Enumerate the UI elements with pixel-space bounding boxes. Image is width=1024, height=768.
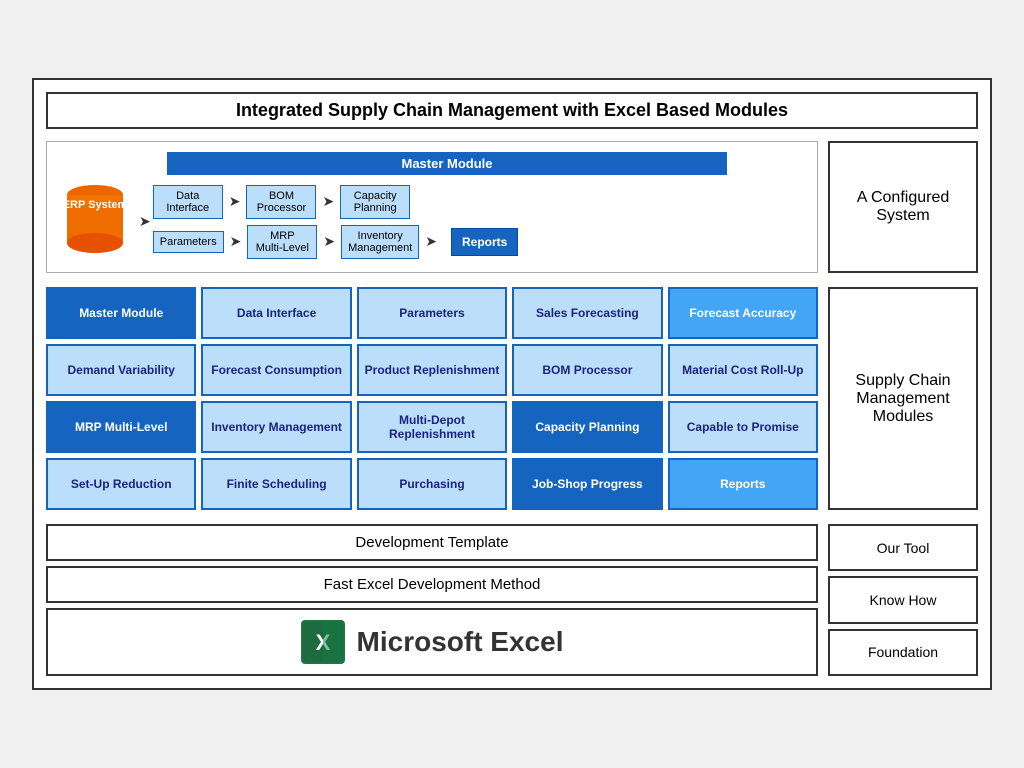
main-container: Integrated Supply Chain Management with … (32, 78, 992, 690)
master-module-bar: Master Module (167, 152, 727, 175)
module-sales-forecasting[interactable]: Sales Forecasting (512, 287, 662, 339)
flow-parameters: Parameters (153, 231, 224, 253)
module-demand-variability[interactable]: Demand Variability (46, 344, 196, 396)
module-mrp-multilevel[interactable]: MRP Multi-Level (46, 401, 196, 453)
module-capable-to-promise[interactable]: Capable to Promise (668, 401, 818, 453)
flow-capacity-planning: CapacityPlanning (340, 185, 410, 219)
module-material-cost-rollup[interactable]: Material Cost Roll-Up (668, 344, 818, 396)
page-title: Integrated Supply Chain Management with … (46, 92, 978, 129)
module-setup-reduction[interactable]: Set-Up Reduction (46, 458, 196, 510)
module-purchasing[interactable]: Purchasing (357, 458, 507, 510)
arrow-2: ➤ (322, 193, 334, 210)
flow-reports: Reports (451, 228, 518, 256)
module-multidepot-replenishment[interactable]: Multi-Depot Replenishment (357, 401, 507, 453)
fast-excel-box: Fast Excel Development Method (46, 566, 818, 603)
module-parameters[interactable]: Parameters (357, 287, 507, 339)
arrow-5: ➤ (425, 233, 437, 250)
erp-label: ERP System (57, 199, 133, 211)
flow-row-2: Parameters ➤ MRPMulti-Level ➤ InventoryM… (153, 225, 807, 259)
erp-system: ERP System (57, 181, 137, 262)
module-grid: Master Module Data Interface Parameters … (46, 287, 818, 510)
excel-text: Microsoft Excel (357, 626, 564, 658)
module-bom-processor[interactable]: BOM Processor (512, 344, 662, 396)
erp-cylinder-icon (57, 181, 133, 257)
know-how-box: Know How (828, 576, 978, 623)
foundation-box: Foundation (828, 629, 978, 676)
module-capacity-planning[interactable]: Capacity Planning (512, 401, 662, 453)
module-reports[interactable]: Reports (668, 458, 818, 510)
flow-inventory-mgmt: InventoryManagement (341, 225, 419, 259)
diagram-area: Master Module ERP System ➤ (46, 141, 818, 273)
dev-template-box: Development Template (46, 524, 818, 561)
arrow-1: ➤ (229, 193, 241, 210)
module-finite-scheduling[interactable]: Finite Scheduling (201, 458, 351, 510)
module-forecast-consumption[interactable]: Forecast Consumption (201, 344, 351, 396)
bottom-left: Development Template Fast Excel Developm… (46, 524, 818, 676)
flow-bom-processor: BOMProcessor (246, 185, 316, 219)
our-tool-box: Our Tool (828, 524, 978, 571)
supply-chain-label: Supply Chain Management Modules (828, 287, 978, 510)
configured-system-box: A Configured System (828, 141, 978, 273)
flow-mrp-multilevel: MRPMulti-Level (247, 225, 317, 259)
bottom-section: Development Template Fast Excel Developm… (46, 524, 978, 676)
module-inventory-management[interactable]: Inventory Management (201, 401, 351, 453)
arrow-erp-data: ➤ (139, 213, 151, 230)
excel-box: X Microsoft Excel (46, 608, 818, 676)
excel-logo-icon: X (301, 620, 345, 664)
flow-data-interface: DataInterface (153, 185, 223, 219)
bottom-right: Our Tool Know How Foundation (828, 524, 978, 676)
module-forecast-accuracy[interactable]: Forecast Accuracy (668, 287, 818, 339)
flow-row-1: DataInterface ➤ BOMProcessor ➤ CapacityP… (153, 185, 807, 219)
top-section: Master Module ERP System ➤ (46, 141, 978, 273)
module-jobshop-progress[interactable]: Job-Shop Progress (512, 458, 662, 510)
module-product-replenishment[interactable]: Product Replenishment (357, 344, 507, 396)
module-data-interface[interactable]: Data Interface (201, 287, 351, 339)
arrow-4: ➤ (323, 233, 335, 250)
module-master-module[interactable]: Master Module (46, 287, 196, 339)
arrow-3: ➤ (230, 233, 242, 250)
middle-section: Master Module Data Interface Parameters … (46, 287, 978, 510)
